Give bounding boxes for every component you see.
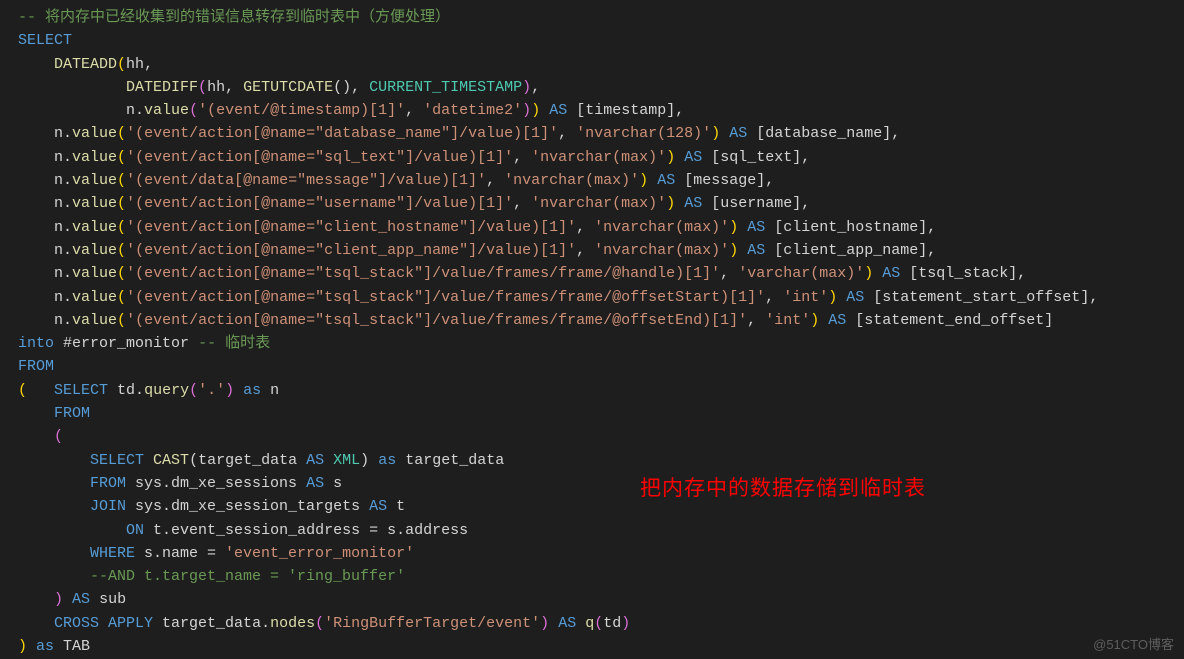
red-annotation: 把内存中的数据存储到临时表	[640, 472, 926, 502]
watermark: @51CTO博客	[1093, 634, 1174, 653]
code-block: -- 将内存中已经收集到的错误信息转存到临时表中（方便处理） SELECT DA…	[0, 0, 1184, 658]
